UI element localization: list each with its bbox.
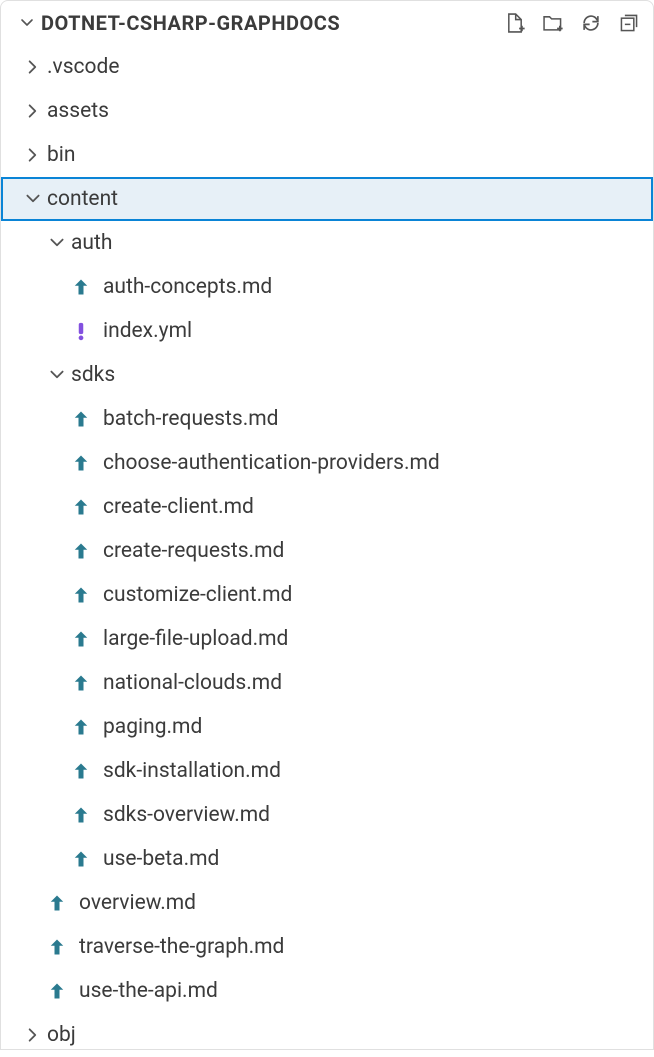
- new-folder-icon[interactable]: [539, 9, 567, 37]
- file-row[interactable]: auth-concepts.md: [1, 265, 653, 309]
- item-label: paging.md: [103, 715, 202, 739]
- item-label: .vscode: [47, 55, 120, 79]
- markdown-file-icon: [69, 495, 93, 519]
- markdown-file-icon: [69, 451, 93, 475]
- file-row[interactable]: paging.md: [1, 705, 653, 749]
- item-label: batch-requests.md: [103, 407, 279, 431]
- file-row[interactable]: national-clouds.md: [1, 661, 653, 705]
- chevron-right-icon[interactable]: [21, 99, 45, 123]
- item-label: use-the-api.md: [79, 979, 218, 1003]
- item-label: sdks-overview.md: [103, 803, 270, 827]
- file-row[interactable]: create-client.md: [1, 485, 653, 529]
- folder-row[interactable]: auth: [1, 221, 653, 265]
- chevron-down-icon[interactable]: [17, 13, 37, 33]
- markdown-file-icon: [69, 583, 93, 607]
- file-row[interactable]: choose-authentication-providers.md: [1, 441, 653, 485]
- markdown-file-icon: [69, 803, 93, 827]
- item-label: traverse-the-graph.md: [79, 935, 284, 959]
- markdown-file-icon: [69, 539, 93, 563]
- item-label: large-file-upload.md: [103, 627, 288, 651]
- yaml-file-icon: [69, 319, 93, 343]
- markdown-file-icon: [45, 979, 69, 1003]
- file-row[interactable]: traverse-the-graph.md: [1, 925, 653, 969]
- folder-row[interactable]: obj: [1, 1013, 653, 1057]
- file-row[interactable]: index.yml: [1, 309, 653, 353]
- header-actions: [501, 9, 643, 37]
- item-label: sdks: [71, 363, 115, 387]
- markdown-file-icon: [69, 759, 93, 783]
- project-title: DOTNET-CSHARP-GRAPHDOCS: [41, 11, 501, 35]
- item-label: auth-concepts.md: [103, 275, 272, 299]
- item-label: index.yml: [103, 319, 192, 343]
- file-row[interactable]: customize-client.md: [1, 573, 653, 617]
- file-row[interactable]: create-requests.md: [1, 529, 653, 573]
- item-label: assets: [47, 99, 109, 123]
- chevron-right-icon[interactable]: [21, 1023, 45, 1047]
- chevron-down-icon[interactable]: [45, 363, 69, 387]
- item-label: auth: [71, 231, 112, 255]
- item-label: choose-authentication-providers.md: [103, 451, 440, 475]
- chevron-down-icon[interactable]: [21, 187, 45, 211]
- explorer-header: DOTNET-CSHARP-GRAPHDOCS: [1, 1, 653, 45]
- markdown-file-icon: [69, 715, 93, 739]
- file-explorer: DOTNET-CSHARP-GRAPHDOCS: [1, 1, 653, 1049]
- file-row[interactable]: sdk-installation.md: [1, 749, 653, 793]
- item-label: national-clouds.md: [103, 671, 282, 695]
- markdown-file-icon: [69, 275, 93, 299]
- folder-row[interactable]: content: [1, 177, 653, 221]
- markdown-file-icon: [69, 671, 93, 695]
- file-row[interactable]: large-file-upload.md: [1, 617, 653, 661]
- item-label: obj: [47, 1023, 76, 1047]
- file-row[interactable]: use-beta.md: [1, 837, 653, 881]
- markdown-file-icon: [69, 627, 93, 651]
- item-label: bin: [47, 143, 76, 167]
- folder-row[interactable]: .vscode: [1, 45, 653, 89]
- folder-row[interactable]: bin: [1, 133, 653, 177]
- markdown-file-icon: [45, 891, 69, 915]
- file-row[interactable]: sdks-overview.md: [1, 793, 653, 837]
- folder-row[interactable]: sdks: [1, 353, 653, 397]
- file-row[interactable]: use-the-api.md: [1, 969, 653, 1013]
- chevron-down-icon[interactable]: [45, 231, 69, 255]
- folder-row[interactable]: assets: [1, 89, 653, 133]
- item-label: use-beta.md: [103, 847, 219, 871]
- item-label: content: [47, 187, 118, 211]
- file-row[interactable]: batch-requests.md: [1, 397, 653, 441]
- refresh-icon[interactable]: [577, 9, 605, 37]
- collapse-all-icon[interactable]: [615, 9, 643, 37]
- markdown-file-icon: [69, 407, 93, 431]
- item-label: customize-client.md: [103, 583, 292, 607]
- markdown-file-icon: [45, 935, 69, 959]
- item-label: create-client.md: [103, 495, 254, 519]
- file-tree: .vscode assets bin content auth auth-concepts…: [1, 45, 653, 1057]
- new-file-icon[interactable]: [501, 9, 529, 37]
- chevron-right-icon[interactable]: [21, 55, 45, 79]
- item-label: overview.md: [79, 891, 196, 915]
- item-label: create-requests.md: [103, 539, 284, 563]
- markdown-file-icon: [69, 847, 93, 871]
- file-row[interactable]: overview.md: [1, 881, 653, 925]
- chevron-right-icon[interactable]: [21, 143, 45, 167]
- item-label: sdk-installation.md: [103, 759, 281, 783]
